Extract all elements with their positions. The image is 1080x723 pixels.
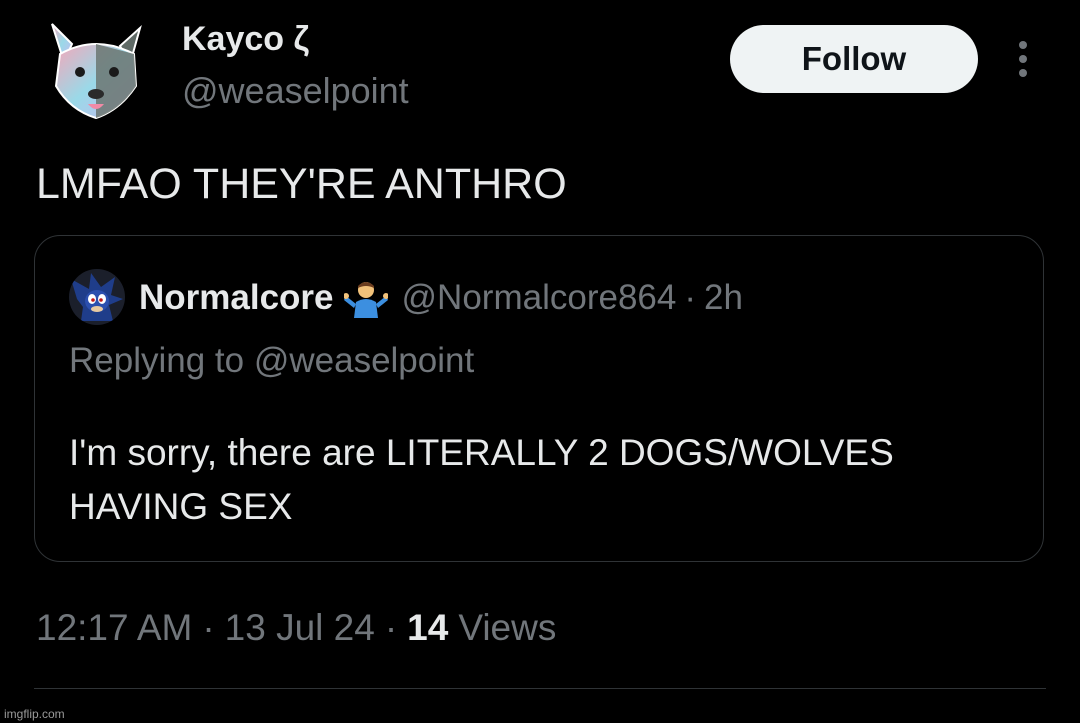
tweet-text: LMFAO THEY'RE ANTHRO: [36, 160, 567, 208]
tweet-meta: 12:17 AM · 13 Jul 24 · 14 Views: [36, 607, 556, 649]
quote-timestamp[interactable]: 2h: [704, 278, 743, 318]
tweet-date[interactable]: 13 Jul 24: [225, 607, 375, 649]
user-handle[interactable]: @weaselpoint: [182, 70, 409, 112]
quote-avatar[interactable]: [69, 269, 125, 325]
watermark: imgflip.com: [4, 707, 65, 721]
quote-body: I'm sorry, there are LITERALLY 2 DOGS/WO…: [69, 432, 894, 527]
views-label[interactable]: Views: [458, 607, 556, 649]
quote-header: Normalcore @Normalcore864 · 2h: [139, 278, 743, 318]
divider: [34, 688, 1046, 689]
views-count[interactable]: 14: [407, 607, 448, 649]
more-vertical-icon[interactable]: [1008, 38, 1038, 80]
separator-dot: ·: [202, 607, 215, 648]
person-shrugging-emoji: [343, 282, 388, 318]
quote-handle[interactable]: @Normalcore864: [402, 278, 677, 318]
follow-button[interactable]: Follow: [730, 25, 978, 93]
quoted-tweet-card[interactable]: Normalcore @Normalcore864 · 2h Replying …: [34, 235, 1044, 562]
tweet-time[interactable]: 12:17 AM: [36, 607, 192, 649]
display-name[interactable]: Kayco ζ: [182, 20, 309, 59]
separator-dot: ·: [684, 278, 696, 317]
separator-dot: ·: [384, 607, 398, 648]
quote-display-name[interactable]: Normalcore: [139, 278, 334, 318]
user-avatar[interactable]: [40, 14, 152, 126]
replying-to: Replying to @weaselpoint: [69, 341, 475, 380]
